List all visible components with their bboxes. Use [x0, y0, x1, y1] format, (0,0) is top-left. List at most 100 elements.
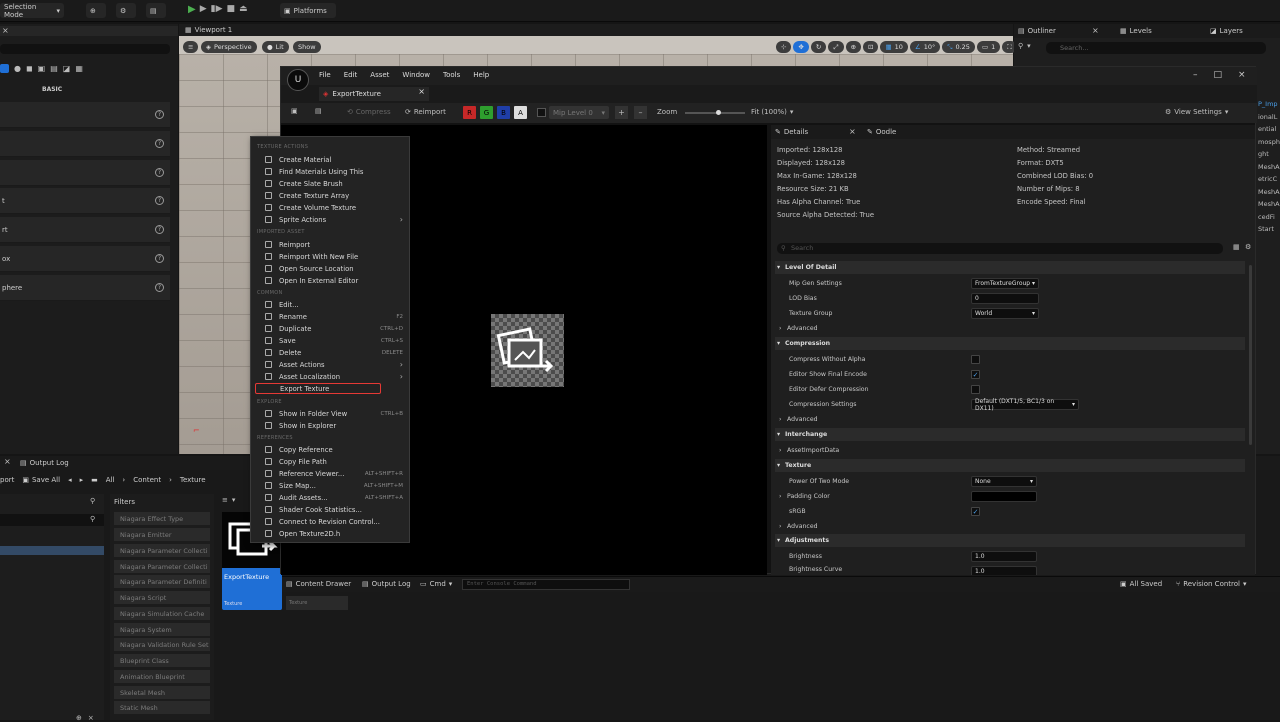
grid-snap-button[interactable]: ▦ 10 — [880, 41, 908, 53]
blue-channel-toggle[interactable]: B — [497, 106, 510, 119]
details-search-input[interactable]: ⚲ Search — [777, 243, 1223, 254]
help-icon[interactable]: ? — [155, 283, 164, 292]
outliner-search-input[interactable]: Search... — [1046, 42, 1266, 54]
volume-icon[interactable]: ◪ — [63, 64, 71, 73]
help-icon[interactable]: ? — [155, 254, 164, 263]
section-texture[interactable]: ▾ Texture — [775, 459, 1245, 472]
menu-item-show-in-folder-view[interactable]: Show in Folder View CTRL+B — [255, 408, 407, 419]
filter-item[interactable]: Skeletal Mesh — [114, 686, 210, 699]
import-button[interactable]: port — [0, 476, 14, 484]
section-level-of-detail[interactable]: ▾ Level Of Detail — [775, 261, 1245, 274]
brightness-curve-input[interactable]: 1.0 — [971, 566, 1037, 575]
menu-file[interactable]: File — [319, 71, 331, 79]
filter-item[interactable]: Niagara Simulation Cache — [114, 607, 210, 620]
filter-item[interactable]: Niagara Emitter — [114, 528, 210, 541]
search-input[interactable] — [0, 44, 170, 54]
category-icon[interactable] — [0, 64, 9, 73]
gear-icon[interactable]: ⚙ — [1245, 243, 1251, 251]
actor-row[interactable]: ox? — [0, 246, 170, 272]
history-forward-icon[interactable]: ▸ — [80, 476, 84, 484]
content-drawer-button[interactable]: ▤ Content Drawer — [286, 580, 351, 588]
scale-icon[interactable]: ⤢ — [828, 41, 844, 53]
texture-group-dropdown[interactable]: World ▾ — [971, 308, 1039, 319]
outliner-item[interactable]: ential — [1258, 123, 1280, 136]
compress-button[interactable]: ⟲ Compress — [347, 108, 391, 116]
rotation-snap-button[interactable]: ∠ 10° — [909, 41, 941, 53]
blueprint-button[interactable]: ⚙ — [116, 3, 136, 18]
outliner-item[interactable]: ght — [1258, 148, 1280, 161]
red-channel-toggle[interactable]: R — [463, 106, 476, 119]
surface-snap-icon[interactable]: ⊡ — [863, 41, 879, 53]
grid-view-icon[interactable]: ▦ — [1233, 243, 1240, 251]
add-icon[interactable]: ⊕ — [76, 714, 82, 722]
outliner-item[interactable]: etricC — [1258, 173, 1280, 186]
menu-tools[interactable]: Tools — [443, 71, 460, 79]
cmd-dropdown[interactable]: ▭ Cmd ▾ — [420, 580, 452, 588]
menu-item-delete[interactable]: Delete DELETE — [255, 347, 407, 358]
actor-row[interactable]: t? — [0, 188, 170, 214]
outliner-item[interactable]: mosph — [1258, 136, 1280, 149]
filter-icon[interactable]: ≡ — [222, 496, 228, 504]
all-saved-button[interactable]: ▣ All Saved — [1120, 580, 1162, 588]
search-icon[interactable]: ⚲ — [90, 497, 95, 505]
outliner-item[interactable]: cedFi — [1258, 211, 1280, 224]
platforms-button[interactable]: ▣ Platforms — [280, 3, 336, 18]
details-scrollbar[interactable] — [1249, 265, 1252, 445]
menu-window[interactable]: Window — [402, 71, 430, 79]
menu-item-open-external-editor[interactable]: Open In External Editor — [255, 275, 407, 286]
add-actor-button[interactable]: ⊕ — [86, 3, 106, 18]
close-icon[interactable]: × — [2, 26, 9, 35]
scale-snap-button[interactable]: ⤡ 0.25 — [942, 41, 975, 53]
eject-icon[interactable]: ⏏ — [239, 4, 248, 18]
menu-item-asset-localization[interactable]: Asset Localization › — [255, 371, 407, 382]
menu-item-reference-viewer[interactable]: Reference Viewer... ALT+SHIFT+R — [255, 468, 407, 479]
filter-item[interactable]: Niagara System — [114, 623, 210, 636]
help-icon[interactable]: ? — [155, 168, 164, 177]
output-log-button[interactable]: ▤ Output Log — [362, 580, 411, 588]
menu-item-rename[interactable]: Rename F2 — [255, 311, 407, 322]
shape-icon[interactable]: ◼ — [26, 64, 33, 73]
tab-details[interactable]: ✎ Details — [775, 128, 808, 136]
prop-asset-import-data[interactable]: › AssetImportData — [775, 443, 1245, 458]
menu-item-shader-cook-statistics[interactable]: Shader Cook Statistics... — [255, 504, 407, 515]
power-of-two-dropdown[interactable]: None ▾ — [971, 476, 1037, 487]
step-icon[interactable]: ▮▶ — [211, 4, 223, 18]
breadcrumb-item[interactable]: Texture — [180, 476, 206, 484]
section-adjustments[interactable]: ▾ Adjustments — [775, 534, 1245, 547]
outliner-item[interactable]: MeshA — [1258, 161, 1280, 174]
minimize-icon[interactable]: – — [1193, 70, 1198, 80]
breadcrumb-item[interactable]: Content — [133, 476, 161, 484]
selection-mode-dropdown[interactable]: Selection Mode ▾ — [0, 3, 64, 19]
menu-item-duplicate[interactable]: Duplicate CTRL+D — [255, 323, 407, 334]
play-icon[interactable]: ▶ — [188, 4, 196, 18]
menu-item-export-texture[interactable]: Export Texture — [255, 383, 381, 394]
menu-item-edit[interactable]: Edit... — [255, 299, 407, 310]
outliner-item[interactable]: MeshA — [1258, 198, 1280, 211]
menu-item-find-materials[interactable]: Find Materials Using This — [255, 166, 407, 177]
breadcrumb-item[interactable]: All — [106, 476, 115, 484]
all-classes-icon[interactable]: ▦ — [75, 64, 83, 73]
tab-outliner[interactable]: ▤ Outliner — [1018, 27, 1056, 35]
menu-item-sprite-actions[interactable]: Sprite Actions › — [255, 214, 407, 225]
camera-speed-button[interactable]: ▭ 1 — [976, 41, 1001, 53]
sources-search-input[interactable]: ⚲ — [0, 514, 104, 526]
tab-levels[interactable]: ▦ Levels — [1120, 27, 1152, 35]
filter-icon[interactable]: ⚲ — [1018, 42, 1023, 50]
section-compression[interactable]: ▾ Compression — [775, 337, 1245, 350]
close-icon[interactable]: × — [1092, 26, 1099, 35]
close-icon[interactable]: × — [849, 127, 856, 136]
compress-without-alpha-checkbox[interactable] — [971, 355, 980, 364]
view-settings-button[interactable]: ⚙ View Settings ▾ — [1165, 108, 1228, 116]
console-input[interactable]: Enter Console Command — [462, 579, 630, 590]
outliner-item[interactable]: Start — [1258, 223, 1280, 236]
menu-item-open-source-location[interactable]: Open Source Location — [255, 263, 407, 274]
menu-item-create-volume-texture[interactable]: Create Volume Texture — [255, 202, 407, 213]
viewport-tab[interactable]: ▦ Viewport 1 — [185, 26, 232, 34]
actor-row[interactable]: ? — [0, 102, 170, 128]
menu-item-reimport[interactable]: Reimport — [255, 239, 407, 250]
cinematics-button[interactable]: ▤ — [146, 3, 166, 18]
help-icon[interactable]: ? — [155, 196, 164, 205]
menu-item-open-texture2d-h[interactable]: Open Texture2D.h — [255, 528, 407, 539]
browse-icon[interactable]: ▤ — [315, 107, 322, 115]
brightness-input[interactable]: 1.0 — [971, 551, 1037, 562]
